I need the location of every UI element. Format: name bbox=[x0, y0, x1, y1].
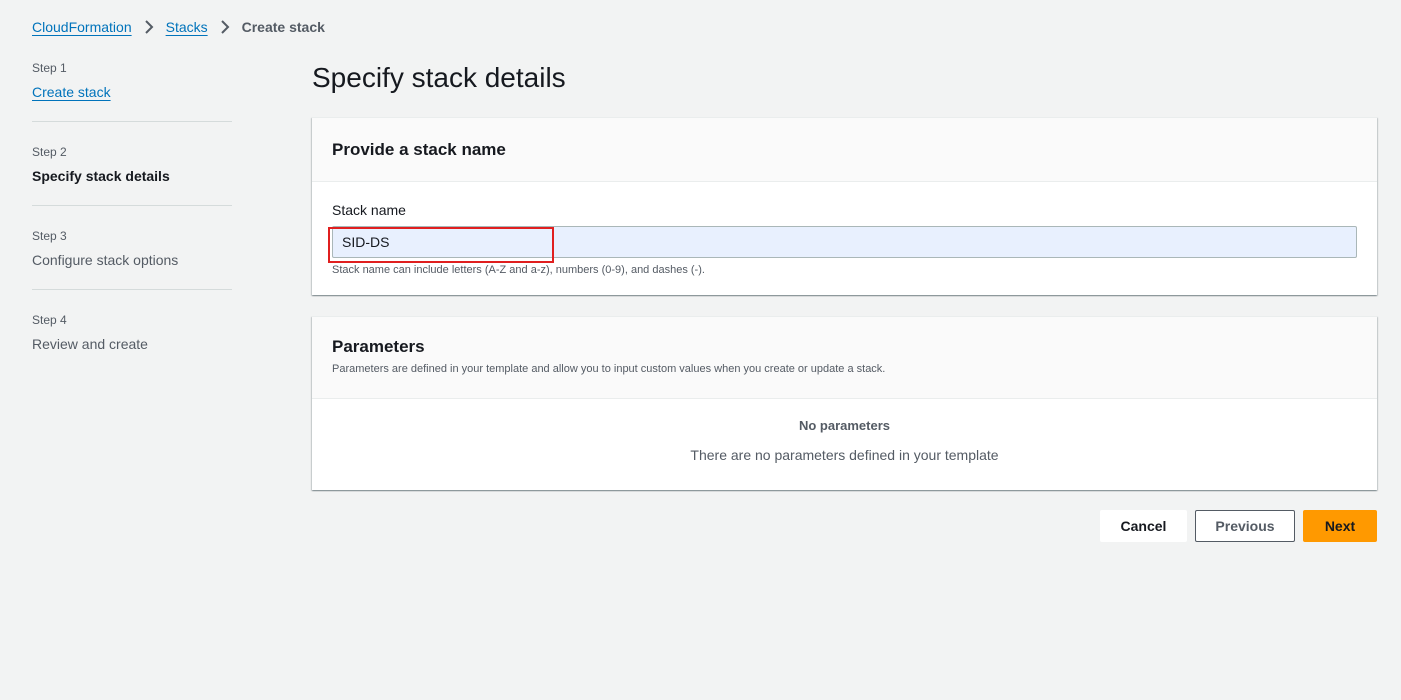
next-button[interactable]: Next bbox=[1303, 510, 1377, 542]
form-actions: Cancel Previous Next bbox=[1100, 510, 1377, 542]
step-2: Step 2 Specify stack details bbox=[32, 144, 232, 206]
breadcrumb: CloudFormation Stacks Create stack bbox=[32, 19, 325, 35]
step-number: Step 2 bbox=[32, 145, 67, 159]
step-link-create-stack[interactable]: Create stack bbox=[32, 82, 111, 102]
previous-button[interactable]: Previous bbox=[1195, 510, 1295, 542]
parameters-panel: Parameters Parameters are defined in you… bbox=[312, 316, 1377, 490]
cancel-button[interactable]: Cancel bbox=[1100, 510, 1187, 542]
panel-header: Parameters Parameters are defined in you… bbox=[312, 317, 1377, 399]
panel-body: Stack name Stack name can include letter… bbox=[312, 182, 1377, 295]
breadcrumb-stacks[interactable]: Stacks bbox=[166, 19, 208, 35]
step-number: Step 1 bbox=[32, 61, 67, 75]
page-title: Specify stack details bbox=[312, 62, 566, 93]
chevron-right-icon bbox=[144, 20, 154, 34]
step-label-current: Specify stack details bbox=[32, 168, 170, 184]
step-1: Step 1 Create stack bbox=[32, 60, 232, 122]
empty-state-title: No parameters bbox=[798, 418, 891, 433]
stack-name-input[interactable] bbox=[332, 226, 1357, 258]
panel-description: Parameters are defined in your template … bbox=[332, 363, 886, 375]
wizard-steps: Step 1 Create stack Step 2 Specify stack… bbox=[32, 60, 232, 395]
breadcrumb-current: Create stack bbox=[241, 19, 325, 35]
panel-header: Provide a stack name bbox=[312, 118, 1377, 182]
stack-name-field bbox=[328, 226, 1357, 263]
step-number: Step 3 bbox=[32, 229, 67, 243]
panel-title: Provide a stack name bbox=[332, 139, 506, 159]
stack-name-label: Stack name bbox=[332, 202, 406, 218]
empty-state: No parameters There are no parameters de… bbox=[312, 399, 1377, 463]
step-3: Step 3 Configure stack options bbox=[32, 228, 232, 290]
stack-name-hint: Stack name can include letters (A-Z and … bbox=[332, 264, 705, 276]
chevron-right-icon bbox=[220, 20, 230, 34]
stack-name-panel: Provide a stack name Stack name Stack na… bbox=[312, 117, 1377, 295]
step-label: Configure stack options bbox=[32, 252, 179, 268]
empty-state-description: There are no parameters defined in your … bbox=[690, 447, 999, 463]
breadcrumb-cloudformation[interactable]: CloudFormation bbox=[32, 19, 132, 35]
step-number: Step 4 bbox=[32, 313, 67, 327]
panel-title: Parameters bbox=[332, 337, 425, 356]
step-label: Review and create bbox=[32, 336, 148, 352]
step-4: Step 4 Review and create bbox=[32, 312, 232, 373]
